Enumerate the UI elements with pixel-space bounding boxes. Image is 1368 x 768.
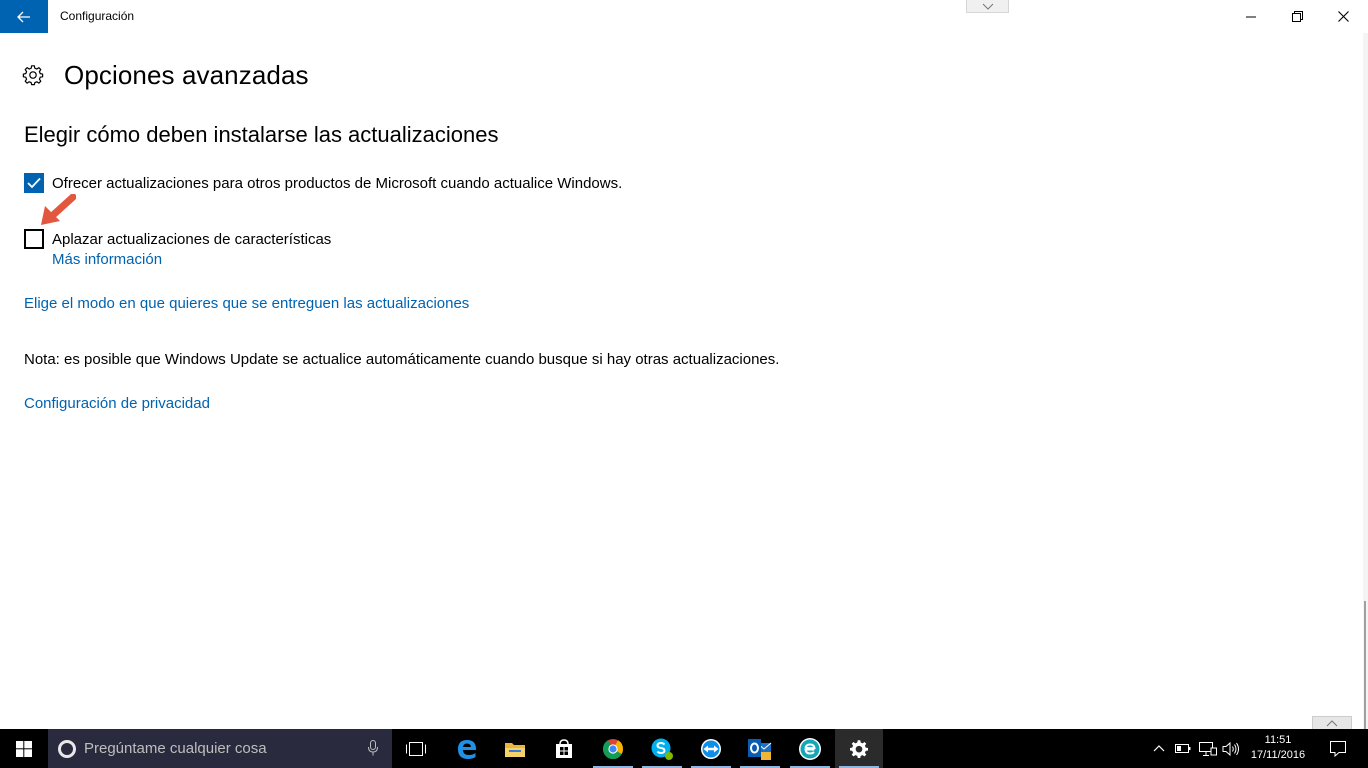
chevron-up-icon (1153, 745, 1165, 752)
defer-updates-label: Aplazar actualizaciones de característic… (52, 230, 332, 248)
close-button[interactable] (1320, 0, 1366, 33)
restore-button[interactable] (1274, 0, 1320, 33)
show-hidden-icons-button[interactable] (1148, 729, 1170, 768)
cortana-search-box[interactable]: Pregúntame cualquier cosa (48, 729, 392, 768)
store-icon (556, 738, 572, 758)
file-explorer-button[interactable] (491, 729, 539, 768)
collapsed-panel-handle[interactable] (1312, 716, 1352, 729)
minimize-button[interactable] (1228, 0, 1274, 33)
network-button[interactable] (1196, 729, 1220, 768)
gear-icon (22, 65, 44, 86)
eset-icon (799, 737, 821, 760)
back-arrow-icon (17, 11, 30, 22)
annotation-arrow-icon (41, 194, 76, 225)
battery-icon (1175, 744, 1191, 753)
offer-updates-label: Ofrecer actualizaciones para otros produ… (52, 174, 623, 192)
settings-icon (850, 739, 868, 758)
page-header: Opciones avanzadas (22, 58, 309, 92)
windows-logo-icon (16, 740, 32, 757)
restore-icon (1291, 11, 1303, 22)
update-note: Nota: es posible que Windows Update se a… (24, 351, 780, 368)
option-offer-microsoft-updates[interactable]: Ofrecer actualizaciones para otros produ… (24, 173, 622, 193)
privacy-settings-link[interactable]: Configuración de privacidad (24, 395, 210, 412)
teamviewer-icon (701, 738, 721, 759)
file-explorer-icon (505, 742, 525, 757)
microphone-icon[interactable] (368, 740, 378, 756)
app-title: Configuración (60, 9, 135, 23)
title-bar: Configuración (0, 0, 1368, 33)
outlook-button[interactable] (736, 729, 784, 768)
skype-icon (651, 738, 673, 760)
search-placeholder: Pregúntame cualquier cosa (84, 740, 267, 757)
vertical-scrollbar[interactable] (1363, 33, 1368, 729)
notification-icon (1330, 740, 1346, 757)
network-icon (1199, 741, 1217, 756)
start-button[interactable] (0, 729, 48, 768)
settings-taskbar-button[interactable] (835, 729, 883, 768)
skype-button[interactable] (638, 729, 686, 768)
taskbar-clock[interactable]: 11:51 17/11/2016 (1238, 733, 1318, 763)
cortana-icon (58, 739, 76, 758)
offer-updates-checkbox[interactable] (24, 173, 44, 193)
chevron-down-icon (982, 3, 993, 10)
store-button[interactable] (540, 729, 588, 768)
more-info-link[interactable]: Más información (52, 251, 162, 268)
edge-button[interactable] (443, 729, 491, 768)
settings-window: Configuración Opciones avanzadas Elegir … (0, 0, 1368, 729)
option-defer-feature-updates[interactable]: Aplazar actualizaciones de característic… (24, 229, 331, 249)
teamviewer-button[interactable] (687, 729, 735, 768)
chevron-up-icon (1326, 719, 1338, 726)
delivery-mode-link[interactable]: Elige el modo en que quieres que se entr… (24, 295, 469, 312)
section-title: Elegir cómo deben instalarse las actuali… (24, 122, 499, 147)
minimize-icon (1246, 16, 1256, 17)
back-button[interactable] (0, 0, 48, 33)
defer-updates-checkbox[interactable] (24, 229, 44, 249)
chrome-icon (602, 738, 624, 759)
clock-time: 11:51 (1264, 734, 1292, 746)
title-dropdown-handle[interactable] (966, 0, 1009, 13)
task-view-icon (406, 741, 426, 756)
action-center-button[interactable] (1318, 729, 1358, 768)
scrollbar-thumb[interactable] (1364, 601, 1366, 729)
battery-button[interactable] (1172, 729, 1194, 768)
edge-icon (458, 739, 476, 759)
task-view-button[interactable] (392, 729, 440, 768)
taskbar: Pregúntame cualquier cosa 11:51 17/11/20… (0, 729, 1368, 768)
close-icon (1337, 11, 1349, 22)
chrome-button[interactable] (589, 729, 637, 768)
page-title: Opciones avanzadas (64, 59, 309, 90)
checkmark-icon (27, 177, 41, 189)
outlook-icon (748, 738, 772, 760)
clock-date: 17/11/2016 (1250, 749, 1306, 761)
eset-button[interactable] (786, 729, 834, 768)
